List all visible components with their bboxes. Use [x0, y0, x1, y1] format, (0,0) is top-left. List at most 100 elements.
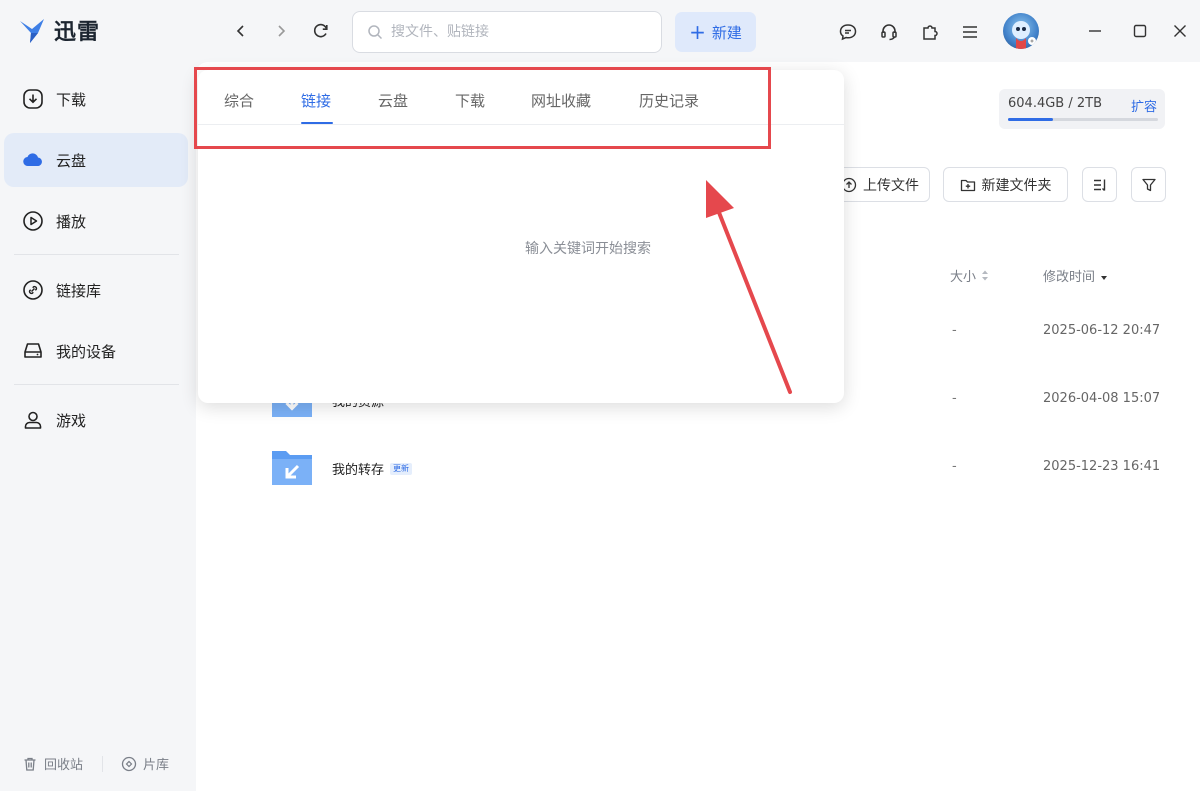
user-avatar[interactable] — [1003, 13, 1039, 49]
sort-descending-icon — [1101, 276, 1108, 280]
new-button[interactable]: + 新建 — [675, 12, 756, 52]
user-icon — [24, 411, 42, 429]
new-folder-button[interactable]: 新建文件夹 — [943, 167, 1068, 202]
sidebar-item-games[interactable]: 游戏 — [4, 393, 188, 447]
sidebar-item-link-library[interactable]: 链接库 — [4, 263, 188, 317]
sidebar-item-download[interactable]: 下载 — [4, 72, 188, 126]
headset-icon — [881, 24, 897, 41]
maximize-icon — [1133, 24, 1147, 38]
recycle-bin-button[interactable]: 回收站 — [22, 754, 83, 773]
trash-icon — [24, 757, 36, 771]
storage-progress-bar — [1008, 118, 1158, 121]
upload-file-button[interactable]: 上传文件 — [830, 167, 930, 202]
active-tab-indicator — [301, 122, 333, 124]
app-logo: 迅雷 — [18, 14, 100, 46]
app-logo-text: 迅雷 — [54, 20, 101, 45]
film-library-label: 片库 — [143, 758, 170, 773]
refresh-icon — [313, 23, 328, 38]
search-input[interactable] — [391, 24, 631, 40]
maximize-button[interactable] — [1129, 20, 1151, 42]
search-box[interactable] — [352, 11, 662, 53]
device-icon — [24, 343, 42, 358]
forward-button[interactable] — [268, 18, 294, 44]
tab-history[interactable]: 历史记录 — [639, 90, 699, 111]
file-size: - — [952, 323, 957, 338]
puzzle-icon — [923, 25, 938, 40]
new-button-label: 新建 — [711, 23, 742, 42]
support-button[interactable] — [877, 20, 901, 44]
search-dropdown: 综合 链接 云盘 下载 网址收藏 历史记录 输入关键词开始搜索 — [198, 70, 844, 403]
sidebar-item-my-devices[interactable]: 我的设备 — [4, 324, 188, 378]
file-name-text: 我的转存 — [332, 463, 385, 478]
search-icon — [368, 25, 383, 40]
new-folder-icon — [960, 179, 975, 191]
file-modified-time: 2026-04-08 15:07 — [1043, 391, 1161, 406]
expand-storage-link[interactable]: 扩容 — [1131, 96, 1157, 115]
link-icon — [23, 280, 43, 300]
sidebar-item-play[interactable]: 播放 — [4, 194, 188, 248]
column-header-modified[interactable]: 修改时间 — [1043, 266, 1108, 285]
hamburger-menu-icon — [963, 26, 977, 38]
avatar-character-icon — [1012, 21, 1036, 49]
new-folder-label: 新建文件夹 — [981, 177, 1052, 194]
tab-download[interactable]: 下载 — [455, 90, 485, 111]
film-library-button[interactable]: 片库 — [121, 754, 169, 773]
top-bar: 迅雷 + 新建 — [0, 0, 1200, 62]
column-header-size[interactable]: 大小 — [950, 266, 989, 285]
sidebar-item-label: 云盘 — [56, 151, 87, 170]
storage-usage-text: 604.4GB / 2TB — [1008, 96, 1102, 111]
storage-progress-fill — [1008, 118, 1054, 121]
minimize-button[interactable] — [1084, 20, 1106, 42]
sidebar-item-label: 播放 — [56, 212, 87, 231]
menu-button[interactable] — [958, 20, 982, 44]
chevron-left-icon — [236, 25, 244, 37]
chat-bubble-icon — [839, 24, 857, 41]
message-button[interactable] — [836, 20, 860, 44]
sidebar-divider — [14, 384, 179, 385]
update-badge: 更新 — [390, 462, 413, 475]
sidebar-bottom-divider — [102, 756, 103, 772]
file-name: 我的转存 更新 — [332, 459, 413, 478]
refresh-button[interactable] — [308, 18, 334, 44]
sort-list-icon — [1093, 179, 1105, 191]
close-button[interactable] — [1169, 20, 1191, 42]
sort-view-button[interactable] — [1082, 167, 1117, 202]
film-icon — [121, 756, 137, 771]
search-scope-tabs: 综合 链接 云盘 下载 网址收藏 历史记录 — [198, 70, 844, 125]
chevron-right-icon — [278, 25, 286, 37]
sort-arrows-icon — [982, 270, 989, 281]
search-empty-hint: 输入关键词开始搜索 — [525, 241, 651, 257]
column-header-size-label: 大小 — [950, 270, 977, 285]
download-circle-icon — [23, 89, 43, 109]
thunder-bird-icon — [20, 19, 44, 43]
sidebar-item-cloud[interactable]: 云盘 — [4, 133, 188, 187]
tab-cloud[interactable]: 云盘 — [378, 90, 408, 111]
cloud-icon — [23, 153, 42, 167]
sidebar: 下载 云盘 播放 链接库 我的设备 游戏 回收站 片库 — [0, 62, 196, 791]
back-button[interactable] — [228, 18, 254, 44]
upload-file-label: 上传文件 — [863, 177, 919, 194]
tab-all[interactable]: 综合 — [224, 90, 254, 111]
filter-button[interactable] — [1131, 167, 1166, 202]
file-size: - — [952, 459, 957, 474]
tab-links[interactable]: 链接 — [301, 90, 331, 111]
table-row[interactable]: 我的转存 更新 - 2025-12-23 16:41 — [266, 442, 1176, 498]
sidebar-item-label: 链接库 — [56, 281, 102, 300]
file-modified-time: 2025-06-12 20:47 — [1043, 323, 1161, 338]
storage-widget: 604.4GB / 2TB 扩容 — [999, 89, 1165, 129]
column-header-modified-label: 修改时间 — [1043, 270, 1096, 285]
sidebar-item-label: 下载 — [56, 90, 87, 109]
tab-bookmarks[interactable]: 网址收藏 — [531, 90, 591, 111]
filter-icon — [1141, 178, 1156, 191]
plus-icon: + — [689, 20, 706, 44]
file-modified-time: 2025-12-23 16:41 — [1043, 459, 1161, 474]
sidebar-divider — [14, 254, 179, 255]
recycle-bin-label: 回收站 — [44, 758, 84, 773]
folder-transfer-icon — [272, 451, 312, 485]
sidebar-item-label: 我的设备 — [56, 342, 117, 361]
plugin-button[interactable] — [918, 20, 942, 44]
file-size: - — [952, 391, 957, 406]
sidebar-item-label: 游戏 — [56, 411, 87, 430]
play-circle-icon — [23, 211, 43, 231]
close-icon — [1174, 25, 1186, 37]
